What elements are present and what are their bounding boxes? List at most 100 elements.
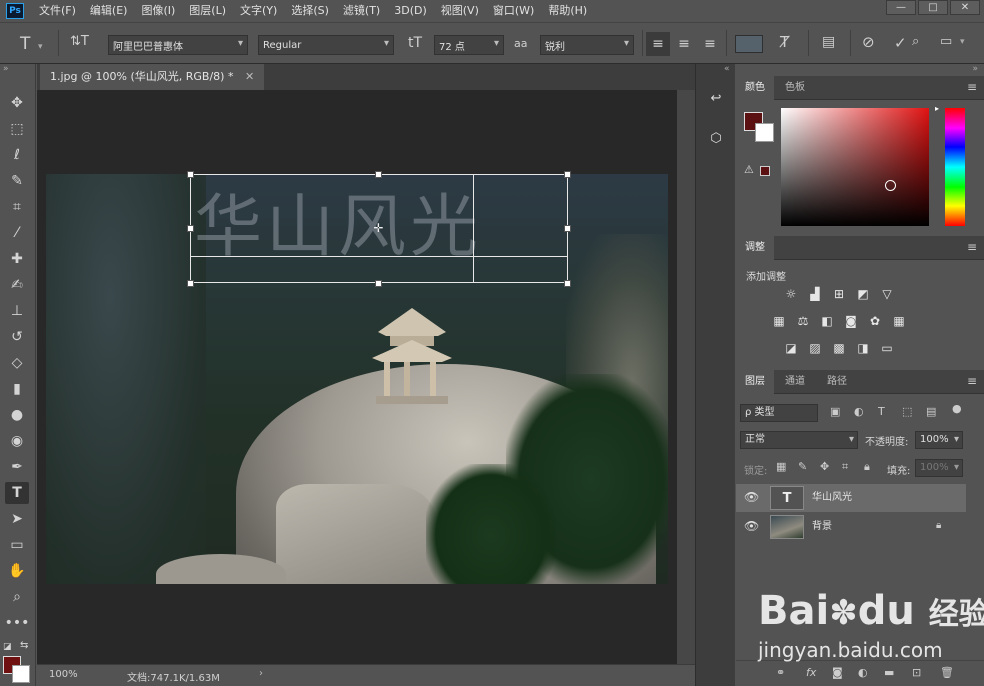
- brush-tool-icon[interactable]: ✍: [5, 274, 29, 296]
- transform-handle[interactable]: [564, 225, 571, 232]
- workspace-icon[interactable]: ▭: [940, 34, 952, 49]
- photo-filter-icon[interactable]: ◙: [842, 313, 860, 329]
- invert-icon[interactable]: ◪: [782, 340, 800, 356]
- brightness-contrast-icon[interactable]: ☼: [782, 286, 800, 302]
- exposure-icon[interactable]: ◩: [854, 286, 872, 302]
- color-spectrum[interactable]: [781, 108, 929, 226]
- visibility-eye-icon[interactable]: 👁︎: [744, 490, 759, 504]
- hue-saturation-icon[interactable]: ▦: [770, 313, 788, 329]
- commit-check-icon[interactable]: ✓: [894, 34, 907, 52]
- transform-handle[interactable]: [187, 280, 194, 287]
- lock-transparent-icon[interactable]: ▦: [776, 460, 786, 473]
- chevron-down-icon[interactable]: ▾: [960, 37, 965, 47]
- menu-3d[interactable]: 3D(D): [387, 0, 434, 22]
- collapse-arrows-icon[interactable]: »: [3, 64, 9, 74]
- tab-layers[interactable]: 图层: [736, 370, 774, 394]
- tab-swatches[interactable]: 色板: [776, 76, 814, 100]
- transform-handle[interactable]: [187, 171, 194, 178]
- warp-text-icon[interactable]: Ⱦ: [780, 33, 789, 51]
- text-color-swatch[interactable]: [735, 35, 763, 53]
- hue-slider-arrow-icon[interactable]: ▸: [935, 104, 939, 113]
- preset-chevron-icon[interactable]: ▾: [38, 42, 43, 52]
- threshold-icon[interactable]: ▩: [830, 340, 848, 356]
- blend-mode-select[interactable]: 正常 ▾: [740, 431, 858, 449]
- crop-tool-icon[interactable]: ⌗: [5, 196, 29, 218]
- rectangle-tool-icon[interactable]: ▭: [5, 534, 29, 556]
- clone-stamp-tool-icon[interactable]: ⊥: [5, 300, 29, 322]
- tab-adjustments[interactable]: 调整: [736, 236, 774, 260]
- menu-edit[interactable]: 编辑(E): [83, 0, 135, 22]
- panel-menu-icon[interactable]: ≡: [967, 240, 977, 254]
- vibrance-icon[interactable]: ▽: [878, 286, 896, 302]
- tab-channels[interactable]: 通道: [776, 370, 814, 394]
- eraser-tool-icon[interactable]: ◇: [5, 352, 29, 374]
- visibility-eye-icon[interactable]: 👁︎: [744, 519, 759, 533]
- blur-tool-icon[interactable]: ●: [5, 404, 29, 426]
- lock-image-icon[interactable]: ✎: [798, 460, 807, 473]
- layer-filter-select[interactable]: ρ 类型: [740, 404, 818, 422]
- type-tool-preset-icon[interactable]: T: [20, 34, 30, 54]
- menu-image[interactable]: 图像(I): [134, 0, 182, 22]
- pen-tool-icon[interactable]: ✒: [5, 456, 29, 478]
- gradient-map-icon[interactable]: ◨: [854, 340, 872, 356]
- filter-adjustment-icon[interactable]: ◐: [854, 405, 864, 418]
- maximize-button[interactable]: □: [918, 0, 948, 15]
- posterize-icon[interactable]: ▨: [806, 340, 824, 356]
- menu-file[interactable]: 文件(F): [32, 0, 83, 22]
- 3d-panel-icon[interactable]: ⬡: [703, 126, 729, 150]
- lasso-tool-icon[interactable]: ℓ: [5, 144, 29, 166]
- gamut-color-swatch[interactable]: [760, 166, 770, 176]
- hue-slider[interactable]: [945, 108, 965, 226]
- color-picker-marker[interactable]: [885, 180, 896, 191]
- font-size-select[interactable]: 72 点 ▾: [434, 35, 504, 55]
- layer-name[interactable]: 华山风光: [812, 484, 852, 512]
- center-point-icon[interactable]: ✛: [372, 222, 385, 235]
- filter-toggle-icon[interactable]: ●: [952, 402, 962, 415]
- color-lookup-icon[interactable]: ▦: [890, 313, 908, 329]
- selective-color-icon[interactable]: ▭: [878, 340, 896, 356]
- align-left-button[interactable]: ≡: [646, 32, 670, 56]
- character-panel-icon[interactable]: ▤: [822, 34, 835, 50]
- menu-help[interactable]: 帮助(H): [541, 0, 594, 22]
- zoom-tool-icon[interactable]: ⌕: [5, 586, 29, 608]
- anti-alias-select[interactable]: 锐利 ▾: [540, 35, 634, 55]
- close-tab-icon[interactable]: ✕: [245, 70, 254, 83]
- history-brush-tool-icon[interactable]: ↺: [5, 326, 29, 348]
- zoom-level[interactable]: 100%: [49, 669, 78, 680]
- lock-position-icon[interactable]: ✥: [820, 460, 829, 473]
- color-panel-background[interactable]: [755, 123, 774, 142]
- opacity-input[interactable]: 100% ▾: [915, 431, 963, 449]
- channel-mixer-icon[interactable]: ✿: [866, 313, 884, 329]
- levels-icon[interactable]: ▟: [806, 286, 824, 302]
- curves-icon[interactable]: ⊞: [830, 286, 848, 302]
- lock-artboard-icon[interactable]: ⌗: [842, 460, 848, 474]
- layer-row-background[interactable]: 👁︎ 背景 🔒︎: [736, 513, 966, 541]
- menu-view[interactable]: 视图(V): [434, 0, 486, 22]
- layer-row-text[interactable]: 👁︎ T 华山风光: [736, 484, 966, 512]
- text-orientation-icon[interactable]: ⇅T: [70, 34, 89, 49]
- healing-brush-tool-icon[interactable]: ✚: [5, 248, 29, 270]
- layer-name[interactable]: 背景: [812, 513, 832, 541]
- search-icon[interactable]: ⌕: [912, 34, 919, 49]
- transform-handle[interactable]: [187, 225, 194, 232]
- gradient-tool-icon[interactable]: ▮: [5, 378, 29, 400]
- close-button[interactable]: ✕: [950, 0, 980, 15]
- transform-handle[interactable]: [564, 171, 571, 178]
- lock-all-icon[interactable]: 🔒︎: [864, 460, 870, 474]
- tab-color[interactable]: 颜色: [736, 76, 774, 100]
- menu-layer[interactable]: 图层(L): [182, 0, 233, 22]
- eyedropper-tool-icon[interactable]: ⁄: [5, 222, 29, 244]
- dodge-tool-icon[interactable]: ◉: [5, 430, 29, 452]
- type-tool-icon[interactable]: T: [5, 482, 29, 504]
- history-panel-icon[interactable]: ↩: [703, 86, 729, 110]
- menu-window[interactable]: 窗口(W): [486, 0, 541, 22]
- panel-menu-icon[interactable]: ≡: [967, 374, 977, 388]
- panel-menu-icon[interactable]: ≡: [967, 80, 977, 94]
- collapse-arrows-icon[interactable]: «: [724, 64, 730, 74]
- filter-shape-icon[interactable]: ⬚: [902, 405, 912, 418]
- font-style-select[interactable]: Regular ▾: [258, 35, 394, 55]
- quick-select-tool-icon[interactable]: ✎: [5, 170, 29, 192]
- vertical-scrollbar[interactable]: [677, 90, 695, 664]
- menu-type[interactable]: 文字(Y): [233, 0, 284, 22]
- status-menu-arrow-icon[interactable]: ›: [259, 668, 263, 679]
